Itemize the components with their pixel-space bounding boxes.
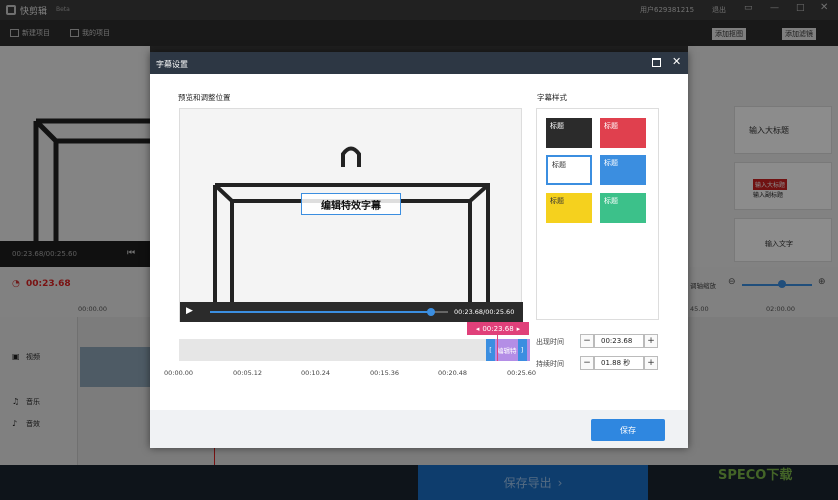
clip-label: 编辑特 [497,347,517,355]
preview-player-time: 00:23.68/00:25.60 [454,308,515,316]
subtitle-settings-dialog: 字幕设置 ✕ 预览和调整位置 编辑特效字幕 ▶ 00:23.68/00:25.6… [150,52,688,448]
play-icon[interactable]: ▶ [186,306,193,316]
dialog-header: 字幕设置 ✕ [150,52,688,74]
save-button[interactable]: 保存 [591,419,665,441]
subtitle-text-box[interactable]: 编辑特效字幕 [301,193,401,215]
dialog-footer: 保存 [150,410,688,448]
ruler-tick: 00:15.36 [370,369,400,377]
style-option-label: 标题 [604,197,618,205]
mini-ruler: 00:00.00 00:05.12 00:10.24 00:15.36 00:2… [164,361,536,379]
appear-time-label: 出现时间 [536,338,564,346]
duration-label: 持续时间 [536,360,564,368]
preview-progress-knob[interactable] [427,308,436,316]
appear-minus-button[interactable]: − [580,334,594,348]
style-label: 字幕样式 [537,93,567,102]
style-option-label: 标题 [604,159,618,167]
dialog-maximize-icon[interactable] [652,58,661,67]
style-option-label: 标题 [604,122,618,130]
preview-progress-fill [210,311,432,313]
duration-minus-button[interactable]: − [580,356,594,370]
clip-handle-right-icon[interactable]: ] [517,339,527,361]
style-option-label: 标题 [550,197,564,205]
clip-handle-left-icon[interactable]: [ [486,339,495,361]
duration-plus-button[interactable]: + [644,356,658,370]
subtitle-preview: 编辑特效字幕 ▶ 00:23.68/00:25.60 [179,108,523,322]
dialog-close-icon[interactable]: ✕ [672,55,681,68]
ruler-tick: 00:05.12 [233,369,263,377]
ruler-tick: 00:10.24 [301,369,331,377]
mini-timeline[interactable]: [ 编辑特 ] [179,335,530,361]
arrow-left-icon: ◂ [475,324,480,333]
duration-field[interactable]: 01.88 秒 [594,356,644,370]
style-option-red[interactable]: 标题 [600,118,646,148]
mini-playhead [497,335,498,361]
style-option-blue[interactable]: 标题 [600,155,646,185]
style-option-dark[interactable]: 标题 [546,118,592,148]
dialog-title: 字幕设置 [156,60,188,69]
subtitle-clip[interactable]: [ 编辑特 ] [486,339,530,361]
style-option-label: 标题 [552,161,566,169]
appear-plus-button[interactable]: + [644,334,658,348]
style-option-green[interactable]: 标题 [600,193,646,223]
appear-time-value: 00:23.68 [601,337,633,345]
style-grid: 标题 标题 标题 标题 标题 标题 [536,108,659,320]
save-button-label: 保存 [620,425,636,435]
ruler-tick: 00:20.48 [438,369,468,377]
ruler-tick: 00:00.00 [164,369,194,377]
cursor-time-marker[interactable]: ◂ 00:23.68 ▸ [467,322,529,335]
preview-player-bar: ▶ 00:23.68/00:25.60 [180,302,523,322]
preview-label: 预览和调整位置 [178,93,231,102]
arrow-right-icon: ▸ [516,324,521,333]
subtitle-text: 编辑特效字幕 [321,200,381,212]
style-option-white[interactable]: 标题 [546,155,592,185]
duration-value: 01.88 秒 [601,359,631,367]
appear-time-field[interactable]: 00:23.68 [594,334,644,348]
style-option-yellow[interactable]: 标题 [546,193,592,223]
style-option-label: 标题 [550,122,564,130]
cursor-time-value: 00:23.68 [482,324,514,333]
ruler-tick: 00:25.60 [507,369,537,377]
